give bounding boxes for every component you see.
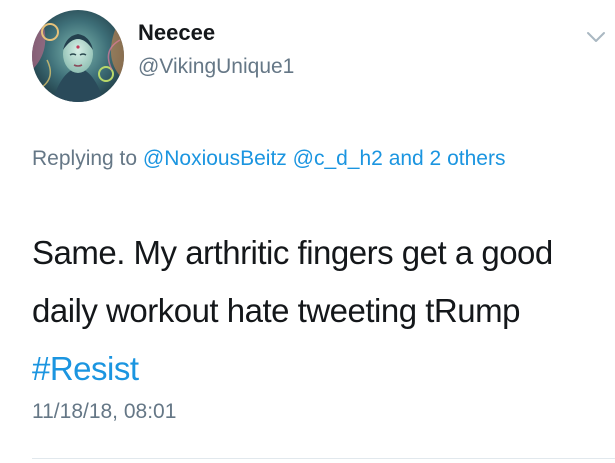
user-handle[interactable]: @VikingUnique1	[138, 55, 294, 79]
tweet-text: Same. My arthritic fingers get a good da…	[32, 224, 607, 398]
divider	[32, 458, 615, 459]
avatar-artwork-icon	[32, 10, 124, 102]
tweet-body: Same. My arthritic fingers get a good da…	[32, 234, 553, 329]
others-link[interactable]: and 2 others	[389, 147, 506, 170]
reply-context: Replying to @NoxiousBeitz @c_d_h2 and 2 …	[32, 141, 562, 176]
mention-link[interactable]: @NoxiousBeitz	[143, 147, 287, 170]
mention-link[interactable]: @c_d_h2	[293, 147, 383, 170]
display-name[interactable]: Neecee	[138, 20, 215, 46]
hashtag-link[interactable]: #Resist	[32, 350, 139, 387]
replying-to-label: Replying to	[32, 147, 138, 170]
tweet-timestamp[interactable]: 11/18/18, 08:01	[32, 400, 176, 424]
chevron-down-icon[interactable]	[586, 30, 606, 44]
avatar[interactable]	[32, 10, 124, 102]
tweet-card: Neecee @VikingUnique1 Replying to @Noxio…	[0, 0, 615, 463]
